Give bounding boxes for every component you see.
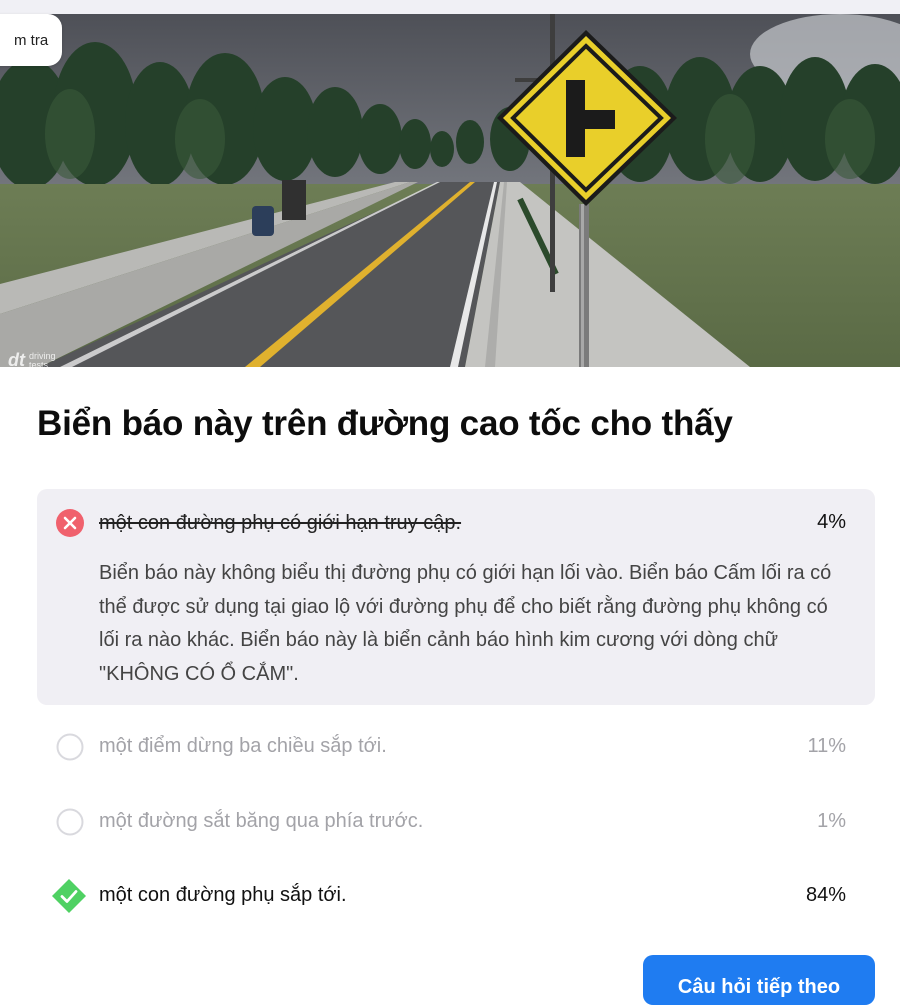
correct-answer-icon (51, 878, 87, 914)
watermark-logo: dt (8, 350, 25, 367)
answer-option-2-percent: 11% (807, 735, 846, 757)
watermark-text: driving tests (29, 351, 56, 367)
answer-option-3[interactable]: một đường sắt băng qua phía trước. 1% (37, 791, 875, 851)
watermark: dt driving tests (8, 350, 56, 367)
answer-option-4[interactable]: một con đường phụ sắp tới. 84% (37, 865, 875, 925)
question-image: dt driving tests (0, 14, 900, 367)
mode-badge[interactable]: m tra (0, 14, 63, 66)
answer-option-1-percent: 4% (817, 511, 846, 533)
answer-option-3-percent: 1% (817, 810, 846, 832)
mode-badge-label: m tra (14, 31, 49, 49)
answer-option-4-percent: 84% (805, 884, 846, 906)
answer-option-1[interactable]: một con đường phụ có giới hạn truy cập. … (37, 489, 875, 705)
road-scene-illustration (0, 14, 900, 367)
answer-option-4-text: một con đường phụ sắp tới. (99, 884, 347, 906)
answer-explanation: Biển báo này không biểu thị đường phụ có… (99, 562, 832, 685)
radio-circle-icon (55, 732, 85, 762)
next-question-button[interactable]: Câu hỏi tiếp theo (643, 955, 875, 1005)
question-title: Biển báo này trên đường cao tốc cho thấy (37, 404, 733, 443)
answer-option-3-text: một đường sắt băng qua phía trước. (99, 810, 424, 832)
top-strip (0, 0, 900, 14)
answer-option-2[interactable]: một điểm dừng ba chiều sắp tới. 11% (37, 716, 875, 776)
radio-circle-icon (55, 807, 85, 837)
answer-option-1-text: một con đường phụ có giới hạn truy cập. (99, 512, 462, 534)
answer-option-2-text: một điểm dừng ba chiều sắp tới. (99, 735, 387, 757)
watermark-text-line-2: tests (29, 359, 49, 367)
wrong-answer-icon (55, 508, 85, 538)
